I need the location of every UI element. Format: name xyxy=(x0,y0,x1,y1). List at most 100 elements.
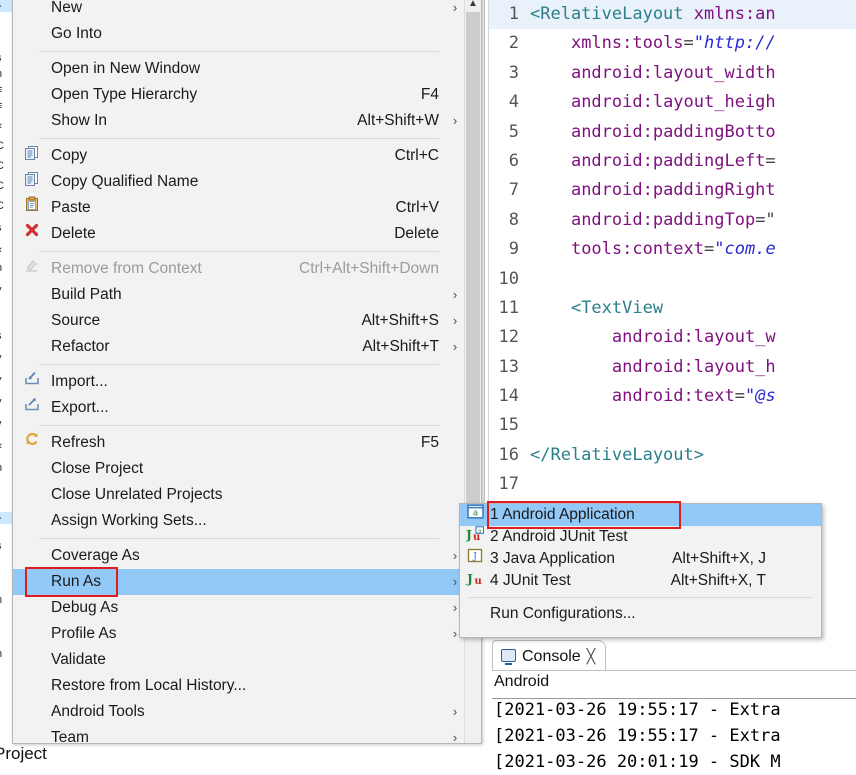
menu-item-icon-slot xyxy=(13,56,51,82)
status-bar-label: Project xyxy=(0,744,47,763)
menu-item-copy[interactable]: CopyCtrl+C› xyxy=(13,143,465,169)
menu-item-restore-from-local-history[interactable]: Restore from Local History...› xyxy=(13,673,465,699)
code-text: tools:context="com.e xyxy=(570,239,776,260)
console-output: [2021-03-26 19:55:17 - Extra [2021-03-26 … xyxy=(494,697,854,775)
console-view[interactable]: Console ╳ Android [2021-03-26 19:55:17 - … xyxy=(492,640,856,772)
submenu-item-3-java-application[interactable]: J 3 Java Application Alt+Shift+X, J xyxy=(460,548,821,570)
submenu-item-4-junit-test[interactable]: Ju 4 JUnit Test Alt+Shift+X, T xyxy=(460,570,821,592)
refresh-icon xyxy=(24,430,40,456)
menu-item-icon-slot xyxy=(13,334,51,360)
menu-item-label: Paste xyxy=(51,199,91,216)
menu-item-paste[interactable]: PasteCtrl+V› xyxy=(13,195,465,221)
submenu-item-2-android-junit-test[interactable]: Jua 2 Android JUnit Test xyxy=(460,525,821,549)
export-icon xyxy=(13,395,51,421)
line-number: 15 xyxy=(498,415,519,436)
chevron-up-icon[interactable]: ▲ xyxy=(465,0,481,12)
menu-item-export[interactable]: Export...› xyxy=(13,395,465,421)
menu-item-label: Remove from Context xyxy=(51,260,202,277)
menu-item-icon-slot xyxy=(13,699,51,725)
menu-item-icon-slot xyxy=(13,308,51,334)
copy-qualified-icon xyxy=(13,169,51,195)
menu-separator xyxy=(39,138,439,139)
chevron-right-icon: › xyxy=(452,313,458,328)
menu-item-source[interactable]: Source Alt+Shift+S › xyxy=(13,308,465,334)
paste-icon xyxy=(13,195,51,221)
chevron-right-icon: › xyxy=(452,113,458,128)
line-number: 11 xyxy=(498,297,519,318)
menu-item-label: Debug As xyxy=(51,599,119,616)
line-number: 16 xyxy=(498,444,519,465)
menu-item-shortcut: Alt+Shift+T xyxy=(362,338,439,355)
menu-item-run-as[interactable]: Run As › xyxy=(13,569,465,595)
menu-item-shortcut: F5 xyxy=(420,434,439,451)
menu-item-label: Delete xyxy=(51,225,96,242)
code-line: 7 android:paddingRight xyxy=(489,176,856,205)
menu-item-open-type-hierarchy[interactable]: Open Type HierarchyF4› xyxy=(13,82,465,108)
close-icon[interactable]: ╳ xyxy=(587,648,595,664)
menu-item-shortcut: Ctrl+Alt+Shift+Down xyxy=(299,260,439,277)
code-line: 6 android:paddingLeft= xyxy=(489,147,856,176)
code-text: android:paddingRight xyxy=(570,180,776,201)
menu-item-copy-qualified-name[interactable]: Copy Qualified Name› xyxy=(13,169,465,195)
menu-separator xyxy=(39,364,439,365)
submenu-item-label: 2 Android JUnit Test xyxy=(490,528,628,545)
menu-item-label: Open in New Window xyxy=(51,60,201,77)
code-line: 13 android:layout_h xyxy=(489,353,856,382)
menu-item-show-in[interactable]: Show In Alt+Shift+W › xyxy=(13,108,465,134)
line-number: 4 xyxy=(508,92,519,113)
menu-item-profile-as[interactable]: Profile As › xyxy=(13,621,465,647)
console-line: [2021-03-26 20:01:19 - SDK M xyxy=(494,752,781,772)
context-menu[interactable]: New›Go Into›Open in New Window›Open Type… xyxy=(12,0,482,744)
console-tab[interactable]: Console ╳ xyxy=(492,640,607,671)
code-line: 15 xyxy=(489,411,856,440)
menu-item-icon-slot xyxy=(13,108,51,134)
menu-item-icon-slot xyxy=(13,482,51,508)
submenu-item-shortcut: Alt+Shift+X, T xyxy=(670,572,766,589)
menu-item-label: Build Path xyxy=(51,286,122,303)
menu-item-delete[interactable]: DeleteDelete› xyxy=(13,221,465,247)
menu-item-refactor[interactable]: Refactor Alt+Shift+T › xyxy=(13,334,465,360)
menu-item-build-path[interactable]: Build Path › xyxy=(13,282,465,308)
line-number: 12 xyxy=(498,327,519,348)
submenu-item-1-android-application[interactable]: a 1 Android Application xyxy=(460,504,821,526)
menu-item-assign-working-sets[interactable]: Assign Working Sets...› xyxy=(13,508,465,534)
menu-item-shortcut: F4 xyxy=(420,86,439,103)
menu-item-icon-slot xyxy=(13,673,51,699)
menu-item-team[interactable]: Team › xyxy=(13,725,465,743)
menu-item-debug-as[interactable]: Debug As › xyxy=(13,595,465,621)
console-tab-label: Console xyxy=(522,648,581,665)
menu-item-icon-slot xyxy=(13,621,51,647)
menu-item-label: Refactor xyxy=(51,338,110,355)
line-number: 5 xyxy=(508,121,519,142)
menu-item-import[interactable]: Import...› xyxy=(13,369,465,395)
menu-item-icon-slot xyxy=(13,0,51,21)
code-text: android:text="@s xyxy=(611,386,776,407)
menu-item-go-into[interactable]: Go Into› xyxy=(13,21,465,47)
menu-item-validate[interactable]: Validate› xyxy=(13,647,465,673)
code-line: 16 </RelativeLayout> xyxy=(489,441,856,470)
menu-item-close-unrelated-projects[interactable]: Close Unrelated Projects› xyxy=(13,482,465,508)
android-junit-icon: Jua xyxy=(465,525,485,549)
menu-item-new[interactable]: New › xyxy=(13,0,465,21)
run-as-submenu[interactable]: a1 Android Application Ju a 2 Android JUnit… xyxy=(459,503,822,638)
code-line: 17 xyxy=(489,470,856,499)
menu-item-refresh[interactable]: RefreshF5› xyxy=(13,430,465,456)
scrollbar-thumb[interactable] xyxy=(466,12,480,582)
status-bar: Project xyxy=(0,742,480,769)
menu-item-icon-slot xyxy=(13,543,51,569)
submenu-item-run-configurations[interactable]: Run Configurations... xyxy=(460,603,821,625)
menu-item-android-tools[interactable]: Android Tools › xyxy=(13,699,465,725)
copy-icon xyxy=(13,143,51,169)
console-line: [2021-03-26 19:55:17 - Extra xyxy=(494,700,781,720)
code-text: android:layout_width xyxy=(570,62,776,83)
menu-item-close-project[interactable]: Close Project› xyxy=(13,456,465,482)
menu-item-shortcut: Ctrl+V xyxy=(395,199,440,216)
menu-item-coverage-as[interactable]: Coverage As › xyxy=(13,543,465,569)
line-number: 14 xyxy=(498,386,519,407)
code-text: android:layout_w xyxy=(611,327,776,348)
menu-item-label: Export... xyxy=(51,399,109,416)
menu-item-open-in-new-window[interactable]: Open in New Window› xyxy=(13,56,465,82)
submenu-icon-slot xyxy=(460,603,490,625)
line-number: 6 xyxy=(508,150,519,171)
code-line: 1 <RelativeLayout xmlns:an xyxy=(489,0,856,30)
